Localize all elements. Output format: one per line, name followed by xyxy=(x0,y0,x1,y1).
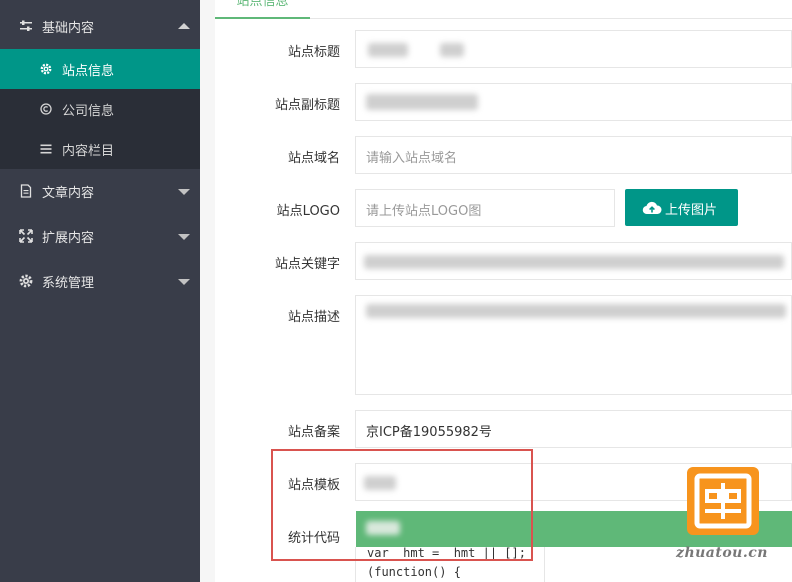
site-title-input[interactable] xyxy=(355,30,792,68)
watermark-text: zhuatou.cn xyxy=(676,545,768,561)
cloud-upload-icon xyxy=(642,201,662,215)
site-subtitle-input[interactable] xyxy=(355,83,792,121)
nav-group-label: 基础内容 xyxy=(42,21,95,36)
blurred-value xyxy=(366,304,786,318)
site-domain-input[interactable]: 请输入站点域名 xyxy=(355,136,792,174)
chevron-down-icon xyxy=(178,234,190,240)
sidebar: 基础内容 站点信息 公司信息 内容栏目 文章内容 扩展内容 系统管理 xyxy=(0,0,200,582)
gear-icon xyxy=(19,274,33,288)
blurred-value xyxy=(368,43,408,57)
sidebar-item-content-columns[interactable]: 内容栏目 xyxy=(0,129,200,169)
site-domain-placeholder: 请输入站点域名 xyxy=(366,151,458,166)
sliders-icon xyxy=(20,20,32,31)
sidebar-item-company-info[interactable]: 公司信息 xyxy=(0,89,200,129)
nav-group-system-management[interactable]: 系统管理 xyxy=(0,259,200,304)
site-icp-input[interactable]: 京ICP备19055982号 xyxy=(355,410,792,448)
site-keywords-label: 站点关键字 xyxy=(274,257,340,272)
sidebar-item-label: 内容栏目 xyxy=(62,144,115,159)
nav-group-label: 扩展内容 xyxy=(42,231,95,246)
blurred-value xyxy=(440,43,464,57)
watermark-emblem-icon xyxy=(694,473,752,529)
nav-group-label: 系统管理 xyxy=(42,276,95,291)
site-logo-input[interactable]: 请上传站点LOGO图 xyxy=(355,189,615,227)
site-description-textarea[interactable] xyxy=(355,295,792,395)
nav-group-basic-content[interactable]: 基础内容 xyxy=(0,4,200,49)
site-description-label: 站点描述 xyxy=(287,310,340,325)
tab-bar: 站点信息 xyxy=(215,0,792,19)
stats-code-line: (function() { xyxy=(367,565,461,579)
expand-icon xyxy=(19,229,33,243)
tab-site-info[interactable]: 站点信息 xyxy=(215,0,310,19)
site-subtitle-label: 站点副标题 xyxy=(274,98,340,113)
chevron-down-icon xyxy=(178,279,190,285)
highlight-annotation-box xyxy=(271,449,533,561)
nav-group-article-content[interactable]: 文章内容 xyxy=(0,169,200,214)
chevron-down-icon xyxy=(178,189,190,195)
nav-group-label: 文章内容 xyxy=(42,186,95,201)
list-icon xyxy=(40,144,52,154)
site-icp-value: 京ICP备19055982号 xyxy=(366,425,492,440)
chevron-up-icon xyxy=(178,23,190,29)
blurred-value xyxy=(364,255,784,269)
site-icp-label: 站点备案 xyxy=(287,425,340,440)
sidebar-item-site-info[interactable]: 站点信息 xyxy=(0,49,200,89)
site-domain-label: 站点域名 xyxy=(287,151,340,166)
site-keywords-input[interactable] xyxy=(355,242,792,280)
site-logo-placeholder: 请上传站点LOGO图 xyxy=(366,204,482,219)
site-title-label: 站点标题 xyxy=(287,45,340,60)
watermark-logo xyxy=(687,467,759,535)
gear-icon xyxy=(40,63,52,75)
upload-image-button[interactable]: 上传图片 xyxy=(625,189,738,226)
site-logo-label: 站点LOGO xyxy=(276,204,340,219)
blurred-value xyxy=(366,94,478,110)
nav-group-extended-content[interactable]: 扩展内容 xyxy=(0,214,200,259)
document-icon xyxy=(20,184,32,198)
sidebar-item-label: 站点信息 xyxy=(62,64,115,79)
sidebar-item-label: 公司信息 xyxy=(62,104,115,119)
copyright-icon xyxy=(40,103,52,115)
upload-button-label: 上传图片 xyxy=(665,203,718,218)
